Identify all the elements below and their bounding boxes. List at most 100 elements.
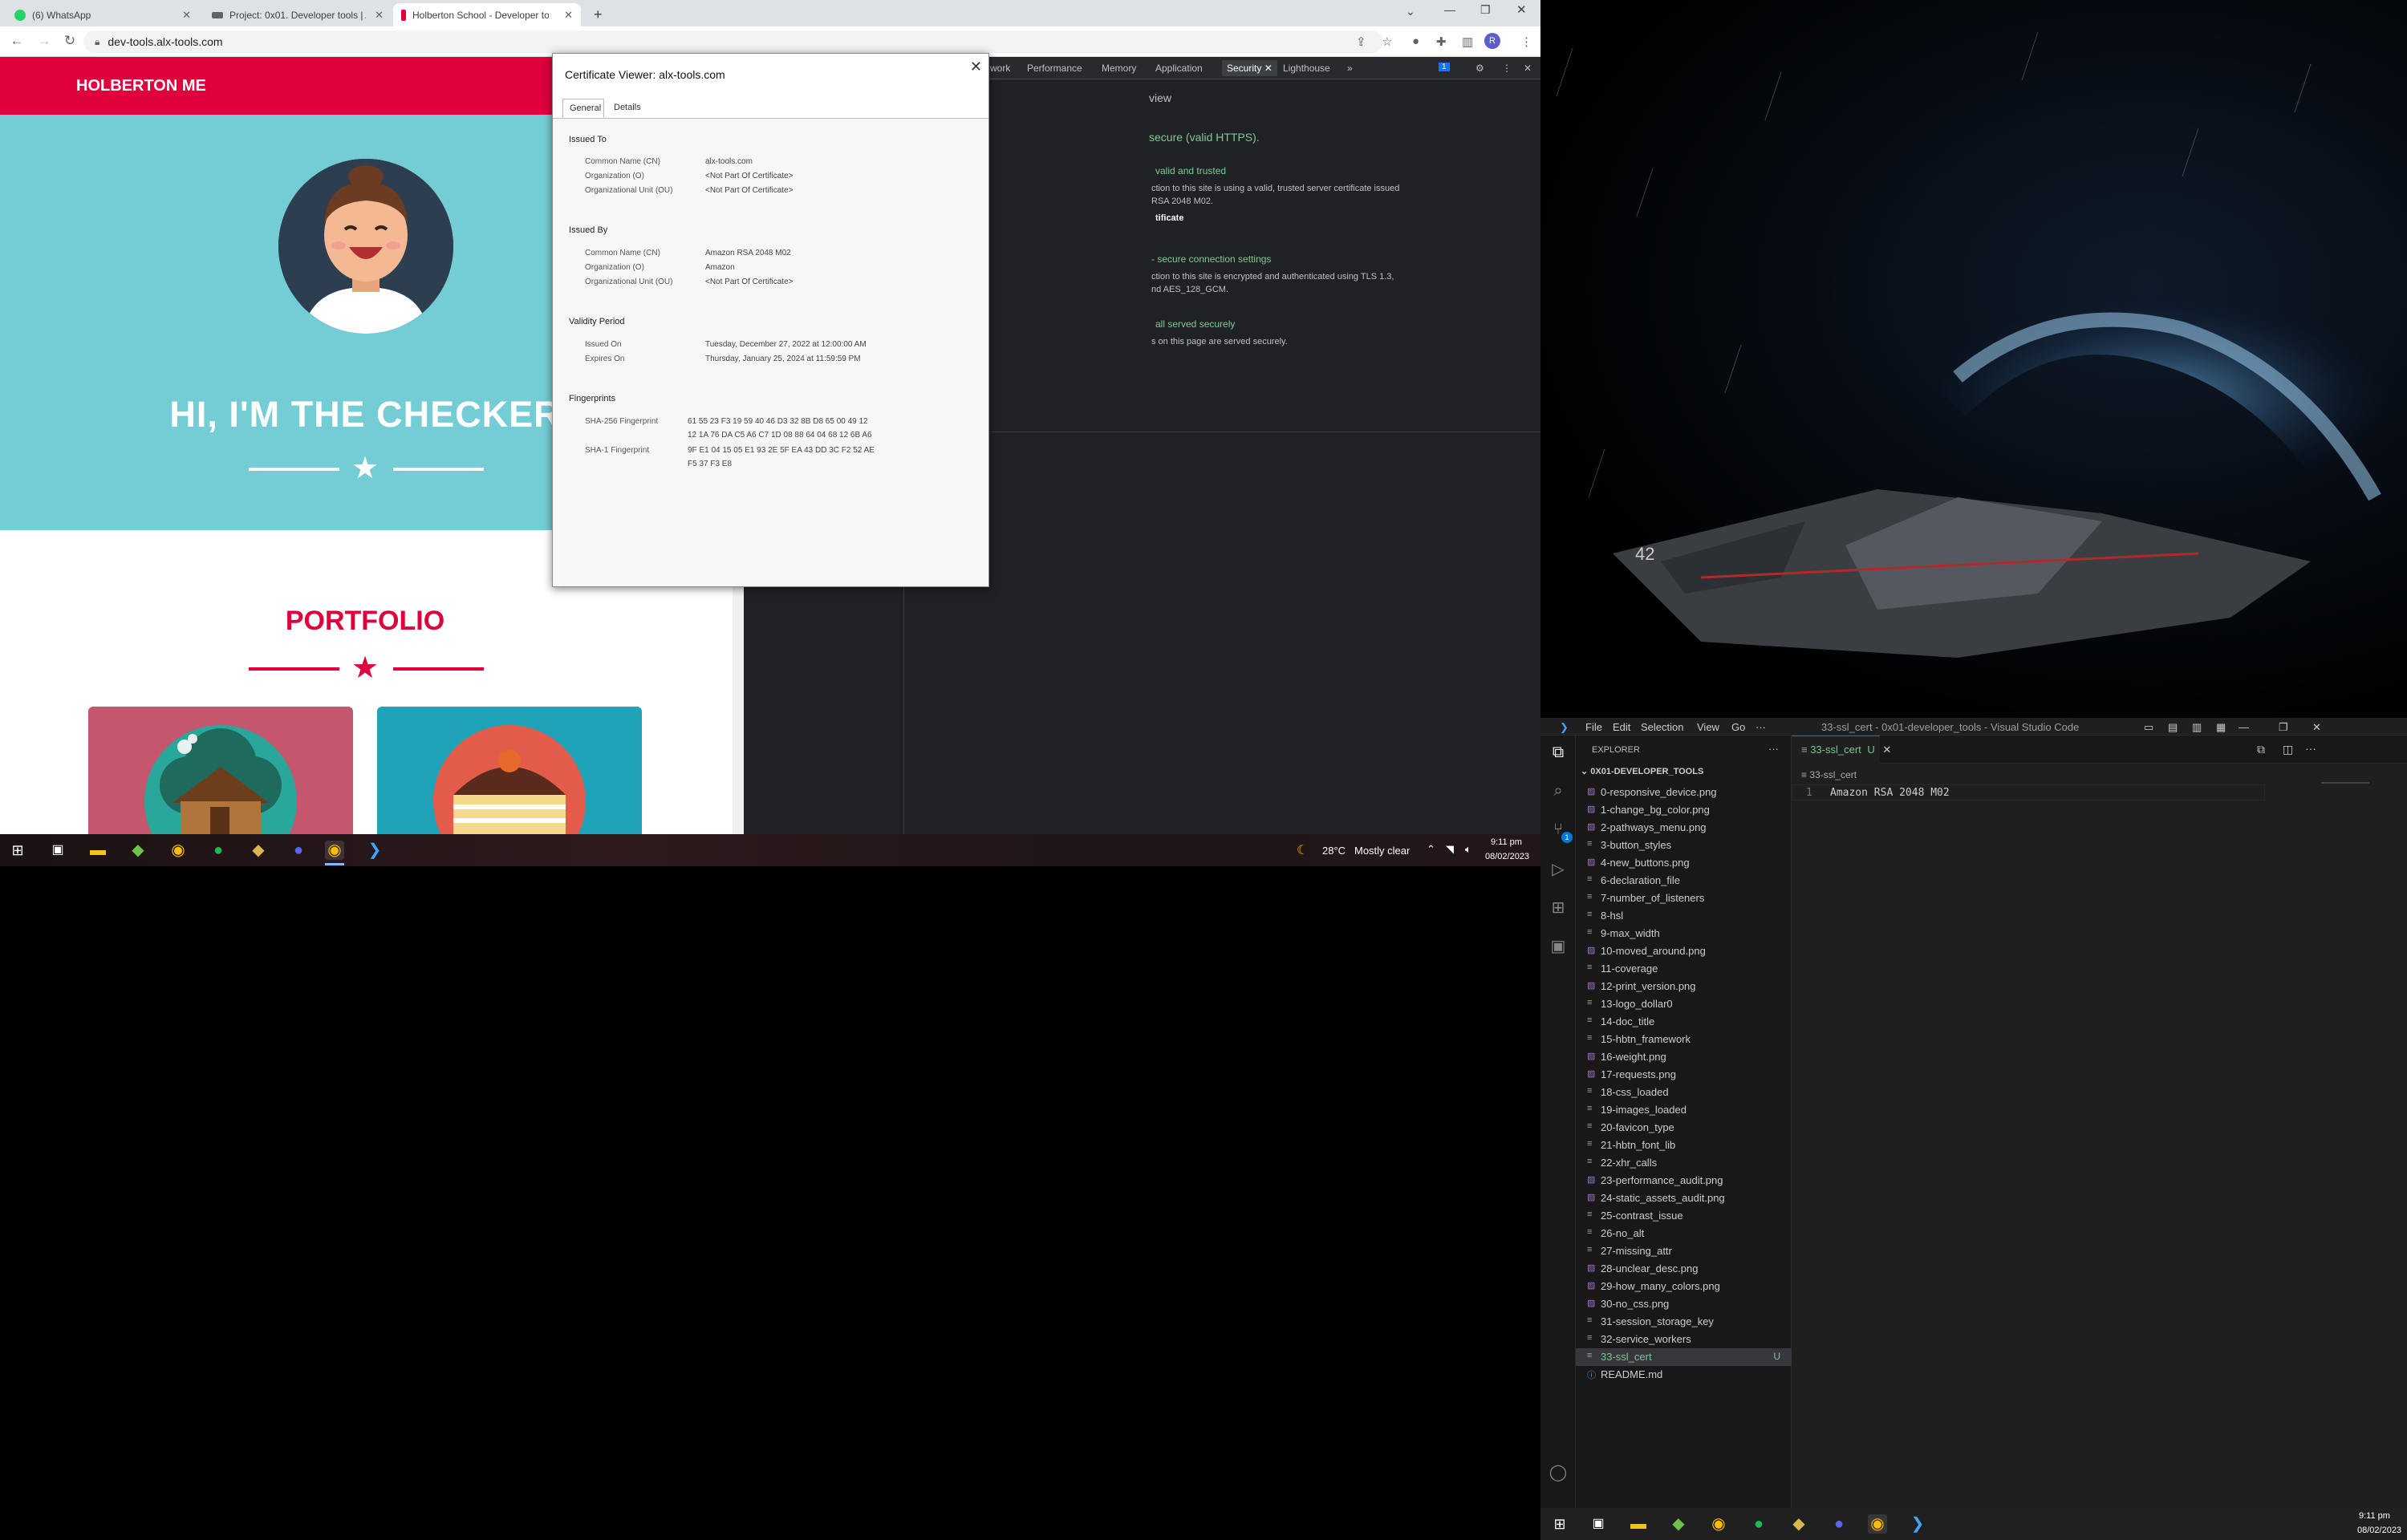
file-item[interactable]: ≡ 21-hbtn_font_lib xyxy=(1576,1137,1792,1154)
file-explorer-icon[interactable]: ▬ xyxy=(1629,1514,1648,1534)
explorer-more-icon[interactable]: ··· xyxy=(1768,743,1779,755)
site-title[interactable]: HOLBERTON ME xyxy=(76,77,206,95)
devtools-menu-icon[interactable]: ⋮ xyxy=(1502,63,1512,74)
file-item[interactable]: ≡ 32-service_workers xyxy=(1576,1331,1792,1348)
file-item[interactable]: ▨ 28-unclear_desc.png xyxy=(1576,1260,1792,1278)
menu-selection[interactable]: Selection xyxy=(1641,721,1683,733)
windows-start-icon[interactable]: ⊞ xyxy=(1550,1514,1569,1534)
file-item[interactable]: ▨ 17-requests.png xyxy=(1576,1066,1792,1084)
issues-badge[interactable]: 1 xyxy=(1439,63,1450,71)
file-item[interactable]: ≡ 27-missing_attr xyxy=(1576,1242,1792,1260)
file-item[interactable]: ▨ 16-weight.png xyxy=(1576,1048,1792,1066)
close-tab-icon[interactable]: ✕ xyxy=(182,9,191,22)
weather-text[interactable]: Mostly clear xyxy=(1354,845,1410,857)
tab-general[interactable]: General xyxy=(562,99,604,118)
app-icon[interactable]: ◆ xyxy=(249,841,268,860)
tray-chevron-icon[interactable]: ⌃ xyxy=(1427,843,1435,856)
file-item[interactable]: ▨ 23-performance_audit.png xyxy=(1576,1172,1792,1189)
customize-layout-icon[interactable]: ▦ xyxy=(2216,721,2226,734)
file-explorer-icon[interactable]: ▬ xyxy=(88,841,108,860)
menu-view[interactable]: View xyxy=(1697,721,1719,733)
more-tabs-icon[interactable]: » xyxy=(1347,63,1353,74)
sidebar-toggle-icon[interactable]: ▥ xyxy=(2192,721,2202,734)
chrome-icon[interactable]: ◉ xyxy=(168,841,188,860)
minimize-icon[interactable]: — xyxy=(1444,3,1455,16)
close-tab-icon[interactable]: ✕ xyxy=(375,9,384,22)
account-icon[interactable]: ◯ xyxy=(1548,1462,1569,1483)
file-item[interactable]: ≡ 9-max_width xyxy=(1576,925,1792,942)
file-item[interactable]: ≡ 3-button_styles xyxy=(1576,837,1792,854)
clock-date[interactable]: 08/02/2023 xyxy=(1485,852,1529,861)
minimize-icon[interactable]: — xyxy=(2239,721,2249,733)
file-item[interactable]: ≡ 6-declaration_file xyxy=(1576,872,1792,890)
file-item[interactable]: ≡ 13-logo_dollar0 xyxy=(1576,995,1792,1013)
menu-icon[interactable]: ⋮ xyxy=(1520,34,1532,49)
file-item[interactable]: ≡ 18-css_loaded xyxy=(1576,1084,1792,1101)
clock-date[interactable]: 08/02/2023 xyxy=(2357,1526,2401,1535)
app-icon[interactable]: ◆ xyxy=(1669,1514,1688,1534)
wifi-icon[interactable]: ◥ xyxy=(1446,843,1454,856)
tab-search-icon[interactable]: ⌄ xyxy=(1406,5,1415,18)
tab-details[interactable]: Details xyxy=(607,99,646,118)
spotify-icon[interactable]: ● xyxy=(209,841,228,860)
panel-toggle-icon[interactable]: ▤ xyxy=(2168,721,2178,734)
windows-start-icon[interactable]: ⊞ xyxy=(8,841,27,860)
restore-icon[interactable]: ❐ xyxy=(1480,3,1491,17)
split-editor-icon[interactable]: ◫ xyxy=(2283,743,2293,756)
file-item[interactable]: ▨ 4-new_buttons.png xyxy=(1576,854,1792,872)
file-item[interactable]: ≡ 14-doc_title xyxy=(1576,1013,1792,1031)
open-changes-icon[interactable]: ⧉ xyxy=(2257,743,2265,756)
share-icon[interactable]: ⇪ xyxy=(1356,34,1366,49)
extension-icon[interactable]: ● xyxy=(1412,34,1419,48)
remote-explorer-icon[interactable]: ▣ xyxy=(1548,936,1569,957)
forward-icon[interactable]: → xyxy=(35,33,53,49)
restore-icon[interactable]: ❐ xyxy=(2279,721,2288,734)
file-item[interactable]: ≡ 8-hsl xyxy=(1576,907,1792,925)
file-item[interactable]: ≡ 33-ssl_cert U xyxy=(1576,1348,1792,1366)
discord-icon[interactable]: ● xyxy=(289,841,308,860)
file-item[interactable]: ▨ 1-change_bg_color.png xyxy=(1576,801,1792,819)
breadcrumb[interactable]: ≡ 33-ssl_cert xyxy=(1801,769,1857,780)
back-icon[interactable]: ← xyxy=(8,33,26,49)
close-tab-icon[interactable]: ✕ xyxy=(1882,744,1891,756)
weather-temp[interactable]: 28°C xyxy=(1322,845,1346,857)
file-item[interactable]: ≡ 31-session_storage_key xyxy=(1576,1313,1792,1331)
close-devtools-icon[interactable]: ✕ xyxy=(1524,63,1532,74)
app-icon[interactable]: ◆ xyxy=(1789,1514,1808,1534)
tab-memory[interactable]: Memory xyxy=(1102,63,1136,74)
file-item[interactable]: ▨ 2-pathways_menu.png xyxy=(1576,819,1792,837)
file-item[interactable]: ≡ 7-number_of_listeners xyxy=(1576,890,1792,907)
task-view-icon[interactable]: ▣ xyxy=(48,841,67,860)
file-item[interactable]: ▨ 30-no_css.png xyxy=(1576,1295,1792,1313)
vscode-icon[interactable]: ❯ xyxy=(365,841,384,860)
close-window-icon[interactable]: ✕ xyxy=(2312,721,2321,734)
profile-avatar[interactable]: R xyxy=(1484,33,1500,49)
explorer-icon[interactable]: ⧉ xyxy=(1548,744,1569,764)
editor-more-icon[interactable]: ··· xyxy=(2305,742,2316,755)
menu-go[interactable]: Go xyxy=(1731,721,1745,733)
clock-time[interactable]: 9:11 pm xyxy=(1491,837,1522,847)
file-item[interactable]: ≡ 15-hbtn_framework xyxy=(1576,1031,1792,1048)
portfolio-card-cabin[interactable] xyxy=(88,707,353,834)
file-item[interactable]: ≡ 20-favicon_type xyxy=(1576,1119,1792,1137)
sidepanel-icon[interactable]: ▥ xyxy=(1462,34,1473,49)
file-item[interactable]: ≡ 26-no_alt xyxy=(1576,1225,1792,1242)
file-item[interactable]: ▨ 10-moved_around.png xyxy=(1576,942,1792,960)
minimap[interactable] xyxy=(2321,782,2369,784)
layout-icon[interactable]: ▭ xyxy=(2144,721,2153,734)
puzzle-icon[interactable]: ✚ xyxy=(1436,34,1447,49)
folder-header[interactable]: ⌄ 0X01-DEVELOPER_TOOLS xyxy=(1581,766,1703,776)
close-window-icon[interactable]: ✕ xyxy=(1516,2,1527,17)
extensions-icon[interactable]: ⊞ xyxy=(1548,898,1569,918)
reload-icon[interactable]: ↻ xyxy=(61,33,79,49)
chrome-icon[interactable]: ◉ xyxy=(1709,1514,1728,1534)
tab-project[interactable]: Project: 0x01. Developer tools | ALX ✕ xyxy=(204,3,392,26)
volume-icon[interactable]: 🔈︎ xyxy=(1465,843,1471,856)
tab-network[interactable]: work xyxy=(990,63,1010,74)
file-item[interactable]: ▨ 29-how_many_colors.png xyxy=(1576,1278,1792,1295)
bookmark-star-icon[interactable]: ☆ xyxy=(1382,34,1392,49)
file-item[interactable]: ▨ 12-print_version.png xyxy=(1576,978,1792,995)
search-icon[interactable]: ⌕ xyxy=(1548,782,1569,803)
lock-icon[interactable]: 🔒︎ xyxy=(95,36,99,48)
close-tab-icon[interactable]: ✕ xyxy=(564,9,573,22)
